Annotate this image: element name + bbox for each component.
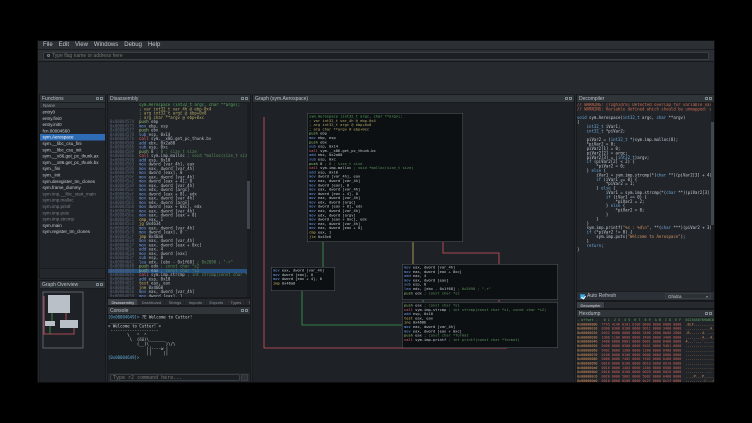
tab-imports[interactable]: Imports [185,299,206,306]
close-icon[interactable] [245,97,248,100]
console-title-label: Console [110,308,128,314]
float-icon[interactable] [241,97,244,100]
tab-dashboard[interactable]: Dashboard [138,299,165,306]
close-icon[interactable] [100,283,103,286]
hexdump-panel-title: Hexdump [577,310,714,318]
graph-node[interactable]: sym.Aerospace (int32_t argc, char **argv… [307,113,463,242]
close-icon[interactable] [100,97,103,100]
graph-node[interactable]: mov eax, dword [var_4h]mov eax, dword [e… [402,264,558,300]
decompiler-code: // WARNING: [r2ghidra] Detected overlap … [577,103,714,253]
float-icon[interactable] [705,97,708,100]
hexdump-row[interactable]: 0x000000d0 0010 0000 0200 0000 0c2f 0000… [577,379,714,382]
decompiler-engine-select[interactable]: Ghidra ▾ [665,293,711,299]
float-icon[interactable] [241,309,244,312]
close-icon[interactable] [709,97,712,100]
disassembly-scrollbar[interactable] [247,103,250,297]
console-panel: Console [0x00004649]> ?E Welcome to Cutt… [107,306,251,383]
float-icon[interactable] [565,97,568,100]
tab-strings[interactable]: Strings [165,299,185,306]
menu-item-windows[interactable]: Windows [91,41,121,50]
menu-item-file[interactable]: File [40,41,56,50]
float-icon[interactable] [96,283,99,286]
function-item[interactable]: sym.__x86.get_pc_thunk.ax [40,153,105,159]
float-icon[interactable] [705,312,708,315]
console-line: [0x00004649]> [108,356,250,361]
graph-node[interactable]: push eax ; const char *s1call sym.imp.st… [402,302,558,348]
decompiler-line: // WARNING: Variable defined which shoul… [577,107,714,111]
graph-overview-title-label: Graph Overview [42,282,78,288]
graph-overview-title: Graph Overview [40,281,105,289]
menu-item-edit[interactable]: Edit [56,41,72,50]
tab-decompiler[interactable]: Decompiler [577,302,605,309]
close-icon[interactable] [709,312,712,315]
functions-panel: Functions Name entry0entry.fini0entry.in… [39,94,106,279]
quick-filter-input[interactable] [42,279,103,280]
graph-node[interactable]: mov eax, dword [var_4h]mov dword [eax], … [271,267,335,291]
close-icon[interactable] [245,309,248,312]
functions-title-label: Functions [42,96,64,102]
console-output: [0x00004649]> ?E Welcome to Cutter! ____… [108,315,250,360]
function-list: entry0entry.fini0entry.init0fcn.00004560… [40,109,105,268]
console-options-button[interactable] [241,374,248,381]
functions-panel-title: Functions [40,95,105,103]
float-icon[interactable] [96,97,99,100]
decompiler-tabbar: Decompiler [576,301,715,309]
hexdump-panel: Hexdump - offset - 0 1 2 3 4 5 6 7 8 9 A… [576,309,715,383]
decompiler-engine-value: Ghidra [668,294,682,299]
chevron-down-icon: ▾ [706,294,708,299]
disassembly-panel-title: Disassembly [108,95,250,103]
toolbar [38,50,714,62]
graph-title-label: Graph (sym.Aerospace) [255,96,308,102]
search-input[interactable] [52,53,705,59]
menu-item-debug[interactable]: Debug [121,41,145,50]
quick-filter [40,268,105,278]
disassembly-tabbar: DisassemblyDashboardStringsImportsExport… [107,298,251,306]
graph-panel: Graph (sym.Aerospace) sym.Aerospace (int… [252,94,575,383]
decompiler-scrollbar[interactable] [711,103,714,291]
graph-panel-title: Graph (sym.Aerospace) [253,95,574,103]
decompiler-panel-title: Decompiler [577,95,714,103]
disassembly-title-label: Disassembly [110,96,138,102]
menu-item-view[interactable]: View [72,41,91,50]
tab-disassembly[interactable]: Disassembly [108,299,138,306]
search-box[interactable] [43,52,709,60]
disassembly-lines: sym.Aerospace (int32_t argc, char **argv… [108,103,250,297]
decompiler-panel: Decompiler // WARNING: [r2ghidra] Detect… [576,94,715,301]
tab-types[interactable]: Types [227,299,245,306]
function-item[interactable]: sym.register_tm_clones [40,229,105,235]
console-input-row [108,372,250,382]
search-icon [47,54,50,57]
desktop-background: FileEditViewWindowsDebugHelp Functions N… [0,0,752,423]
console-input[interactable] [110,374,240,381]
tab-search[interactable]: Search [245,299,251,306]
decompiler-footer: Auto Refresh Ghidra ▾ [577,291,714,300]
close-icon[interactable] [569,97,572,100]
disassembly-line[interactable]: 0x00004659mov dword [eax], 1 [108,294,250,297]
auto-refresh-checkbox[interactable] [580,294,585,299]
decompiler-title-label: Decompiler [579,96,604,102]
overview-graph[interactable] [40,289,105,382]
decompiler-line: } [577,248,714,252]
hexdump-title-label: Hexdump [579,311,600,317]
app-window: FileEditViewWindowsDebugHelp Functions N… [37,40,715,383]
hexdump-rows: - offset - 0 1 2 3 4 5 6 7 8 9 A B C D E… [577,318,714,382]
disassembly-panel: Disassembly sym.Aerospace (int32_t argc,… [107,94,251,298]
console-panel-title: Console [108,307,250,315]
menu-bar: FileEditViewWindowsDebugHelp [38,41,714,50]
auto-refresh-label: Auto Refresh [587,293,616,299]
tab-exports[interactable]: Exports [206,299,227,306]
menu-item-help[interactable]: Help [145,41,163,50]
graph-overview-panel: Graph Overview [39,280,106,383]
